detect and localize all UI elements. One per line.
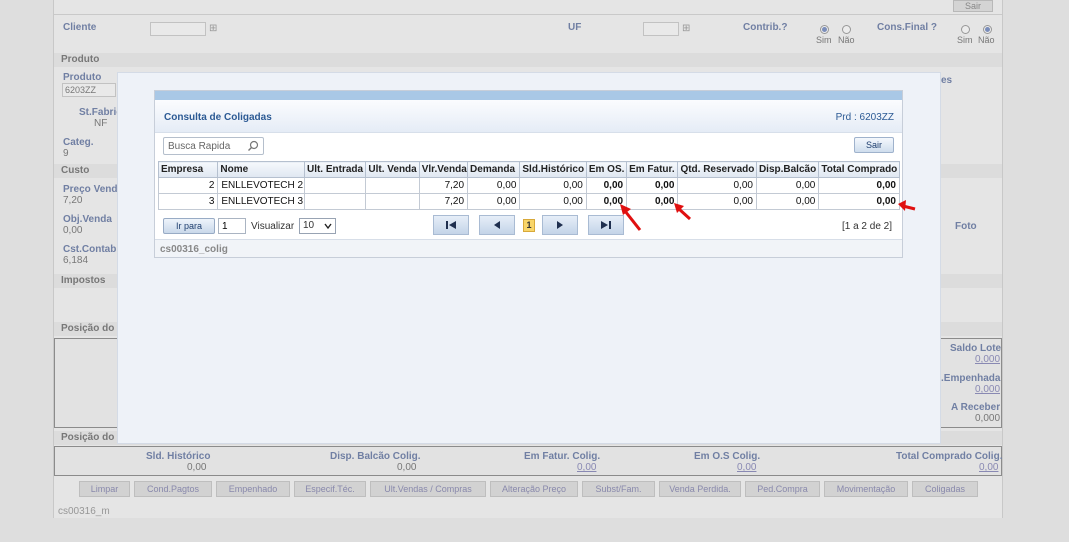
col-header-total-comprado[interactable]: Total Comprado (818, 161, 900, 178)
cell-ult-venda (365, 193, 420, 210)
visualizar-select[interactable]: 10 (299, 218, 336, 234)
cell-qtd-reservado: 0,00 (677, 177, 757, 194)
cell-sld-historico: 0,00 (519, 177, 587, 194)
next-page-button[interactable] (542, 215, 578, 235)
ir-para-button[interactable]: Ir para (163, 218, 215, 234)
previous-page-button[interactable] (479, 215, 515, 235)
col-header-empresa[interactable]: Empresa (157, 161, 219, 178)
page-info: [1 a 2 de 2] (841, 221, 892, 232)
cell-disp-balcao: 0,00 (755, 193, 820, 210)
cell-em-fatur-link[interactable]: 0,00 (626, 177, 679, 194)
frame-footer: cs00316_colig (155, 239, 902, 257)
table-header-row: Empresa Nome Ult. Entrada Ult. Venda Vlr… (157, 161, 900, 178)
first-page-icon (446, 221, 456, 229)
cell-ult-entrada (303, 193, 367, 210)
col-header-sld-historico[interactable]: Sld.Histórico (519, 161, 587, 178)
previous-page-icon (494, 221, 500, 229)
last-page-icon (601, 221, 611, 229)
pager: Ir para Visualizar 10 1 [1 a 2 de 2] (155, 211, 902, 239)
first-page-button[interactable] (433, 215, 469, 235)
cell-nome: ENLLEVOTECH 3 (217, 193, 305, 210)
visualizar-label: Visualizar (251, 221, 295, 232)
cell-vlr-venda: 7,20 (418, 193, 469, 210)
cell-total-comprado-link[interactable]: 0,00 (818, 177, 900, 194)
cell-vlr-venda: 7,20 (418, 177, 469, 194)
cell-nome: ENLLEVOTECH 2 (217, 177, 305, 194)
col-header-ult-entrada[interactable]: Ult. Entrada (303, 161, 367, 178)
col-header-ult-venda[interactable]: Ult. Venda (365, 161, 420, 178)
cell-ult-entrada (303, 177, 367, 194)
frame-header: Consulta de Coligadas Prd : 6203ZZ (155, 100, 902, 133)
table-row[interactable]: 3 ENLLEVOTECH 3 7,20 0,00 0,00 0,00 0,00… (157, 193, 900, 210)
cell-demanda: 0,00 (467, 177, 521, 194)
current-page-indicator[interactable]: 1 (523, 219, 535, 232)
col-header-em-os[interactable]: Em OS. (585, 161, 628, 178)
annotation-arrow-icon (620, 204, 642, 231)
product-code: Prd : 6203ZZ (835, 112, 894, 123)
frame-top-bar (155, 91, 902, 100)
col-header-qtd-reservado[interactable]: Qtd. Reservado (677, 161, 757, 178)
annotation-arrow-icon (898, 200, 916, 211)
cell-empresa: 2 (157, 177, 219, 194)
annotation-arrow-icon (674, 203, 692, 221)
search-icon[interactable] (247, 140, 259, 152)
col-header-nome[interactable]: Nome (217, 161, 305, 178)
sair-button[interactable]: Sair (854, 137, 894, 153)
page-number-input[interactable] (218, 218, 246, 234)
next-page-icon (557, 221, 563, 229)
coligadas-frame: Consulta de Coligadas Prd : 6203ZZ Sair … (154, 90, 903, 258)
col-header-vlr-venda[interactable]: Vlr.Venda (418, 161, 469, 178)
cell-empresa: 3 (157, 193, 219, 210)
cell-demanda: 0,00 (467, 193, 521, 210)
col-header-demanda[interactable]: Demanda (467, 161, 521, 178)
col-header-disp-balcao[interactable]: Disp.Balcão (755, 161, 820, 178)
cell-ult-venda (365, 177, 420, 194)
table-row[interactable]: 2 ENLLEVOTECH 2 7,20 0,00 0,00 0,00 0,00… (157, 177, 900, 194)
chevron-down-icon (324, 223, 332, 230)
visualizar-value: 10 (303, 220, 315, 231)
col-header-em-fatur[interactable]: Em Fatur. (626, 161, 679, 178)
cell-em-os-link[interactable]: 0,00 (585, 177, 628, 194)
cell-sld-historico: 0,00 (519, 193, 587, 210)
search-box[interactable] (163, 137, 264, 155)
cell-total-comprado-link[interactable]: 0,00 (818, 193, 900, 210)
coligadas-table: Empresa Nome Ult. Entrada Ult. Venda Vlr… (157, 161, 900, 210)
search-input[interactable] (168, 140, 246, 152)
cell-disp-balcao: 0,00 (755, 177, 820, 194)
frame-footer-code: cs00316_colig (160, 244, 228, 255)
frame-title: Consulta de Coligadas (164, 112, 272, 123)
